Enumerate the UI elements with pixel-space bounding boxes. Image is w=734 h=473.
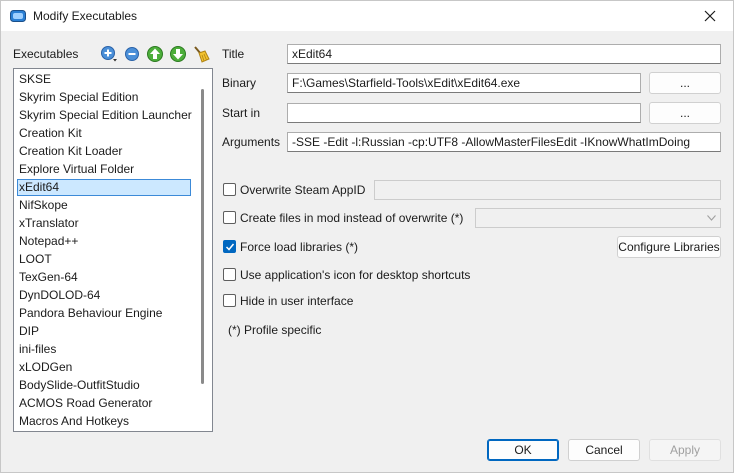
list-item[interactable]: Creation Kit xyxy=(17,125,191,142)
arguments-label: Arguments xyxy=(222,135,281,149)
list-item[interactable]: xTranslator xyxy=(17,215,191,232)
executables-list[interactable]: SKSE Skyrim Special Edition Skyrim Speci… xyxy=(13,68,213,432)
ok-button[interactable]: OK xyxy=(487,439,559,461)
hide-in-ui-label: Hide in user interface xyxy=(240,294,354,308)
hide-in-ui-checkbox[interactable] xyxy=(223,294,236,307)
list-item[interactable]: LOOT xyxy=(17,251,191,268)
force-load-libraries-checkbox[interactable] xyxy=(223,240,236,253)
profile-specific-note: (*) Profile specific xyxy=(228,323,322,337)
list-scrollbar[interactable] xyxy=(201,89,204,384)
list-item[interactable]: TexGen-64 xyxy=(17,269,191,286)
arguments-input[interactable]: -SSE -Edit -l:Russian -cp:UTF8 -AllowMas… xyxy=(287,132,721,152)
title-input[interactable]: xEdit64 xyxy=(287,44,721,64)
overwrite-steam-appid-checkbox[interactable] xyxy=(223,183,236,196)
remove-icon xyxy=(125,47,139,61)
title-bar: Modify Executables xyxy=(1,1,733,31)
checkmark-icon xyxy=(225,243,235,251)
broom-icon xyxy=(194,46,210,63)
browse-start-in-button[interactable]: ... xyxy=(649,102,721,124)
list-item[interactable]: Pandora Behaviour Engine xyxy=(17,305,191,322)
list-item[interactable]: DIP xyxy=(17,323,191,340)
app-icon xyxy=(10,10,26,22)
force-load-libraries-label: Force load libraries (*) xyxy=(240,240,359,254)
overwrite-steam-appid-label: Overwrite Steam AppID xyxy=(240,183,366,197)
cancel-button[interactable]: Cancel xyxy=(568,439,640,461)
mod-select-dropdown[interactable] xyxy=(475,208,721,228)
list-item[interactable]: Notepad++ xyxy=(17,233,191,250)
apply-button[interactable]: Apply xyxy=(649,439,721,461)
executables-label: Executables xyxy=(13,47,79,61)
list-item[interactable]: SKSE xyxy=(17,71,191,88)
start-in-input[interactable] xyxy=(287,103,641,123)
list-item[interactable]: BodySlide-OutfitStudio xyxy=(17,377,191,394)
list-item[interactable]: Skyrim Special Edition Launcher xyxy=(17,107,192,124)
list-item[interactable]: NifSkope xyxy=(17,197,191,214)
list-item-selected[interactable]: xEdit64 xyxy=(17,179,191,196)
list-item[interactable]: ini-files xyxy=(17,341,191,358)
create-files-in-mod-checkbox[interactable] xyxy=(223,211,236,224)
list-item[interactable]: xLODGen xyxy=(17,359,191,376)
list-item[interactable]: ACMOS Road Generator xyxy=(17,395,191,412)
start-in-label: Start in xyxy=(222,106,261,120)
list-item[interactable]: Explore Virtual Folder xyxy=(17,161,191,178)
close-icon xyxy=(704,10,716,22)
move-down-button[interactable] xyxy=(169,45,187,63)
list-item[interactable]: Skyrim Special Edition xyxy=(17,89,191,106)
close-button[interactable] xyxy=(687,1,733,31)
use-app-icon-checkbox[interactable] xyxy=(223,268,236,281)
list-item[interactable]: Macros And Hotkeys xyxy=(17,413,191,430)
list-item[interactable]: Creation Kit Loader xyxy=(17,143,191,160)
list-item[interactable]: DynDOLOD-64 xyxy=(17,287,191,304)
add-icon xyxy=(101,46,117,62)
use-app-icon-label: Use application's icon for desktop short… xyxy=(240,268,471,282)
move-up-button[interactable] xyxy=(146,45,164,63)
modify-executables-dialog: Modify Executables Executables SKSE Skyr… xyxy=(0,0,734,473)
add-executable-button[interactable] xyxy=(100,45,118,63)
remove-executable-button[interactable] xyxy=(123,45,141,63)
browse-binary-button[interactable]: ... xyxy=(649,72,721,94)
chevron-down-icon xyxy=(707,215,716,221)
binary-input[interactable]: F:\Games\Starfield-Tools\xEdit\xEdit64.e… xyxy=(287,73,641,93)
configure-libraries-button[interactable]: Configure Libraries xyxy=(617,236,721,258)
move-up-icon xyxy=(147,46,163,62)
window-title: Modify Executables xyxy=(33,9,138,23)
steam-appid-input[interactable] xyxy=(374,180,721,200)
binary-label: Binary xyxy=(222,76,257,90)
move-down-icon xyxy=(170,46,186,62)
title-label: Title xyxy=(222,47,245,61)
create-files-in-mod-label: Create files in mod instead of overwrite… xyxy=(240,211,464,225)
clean-button[interactable] xyxy=(192,45,210,63)
